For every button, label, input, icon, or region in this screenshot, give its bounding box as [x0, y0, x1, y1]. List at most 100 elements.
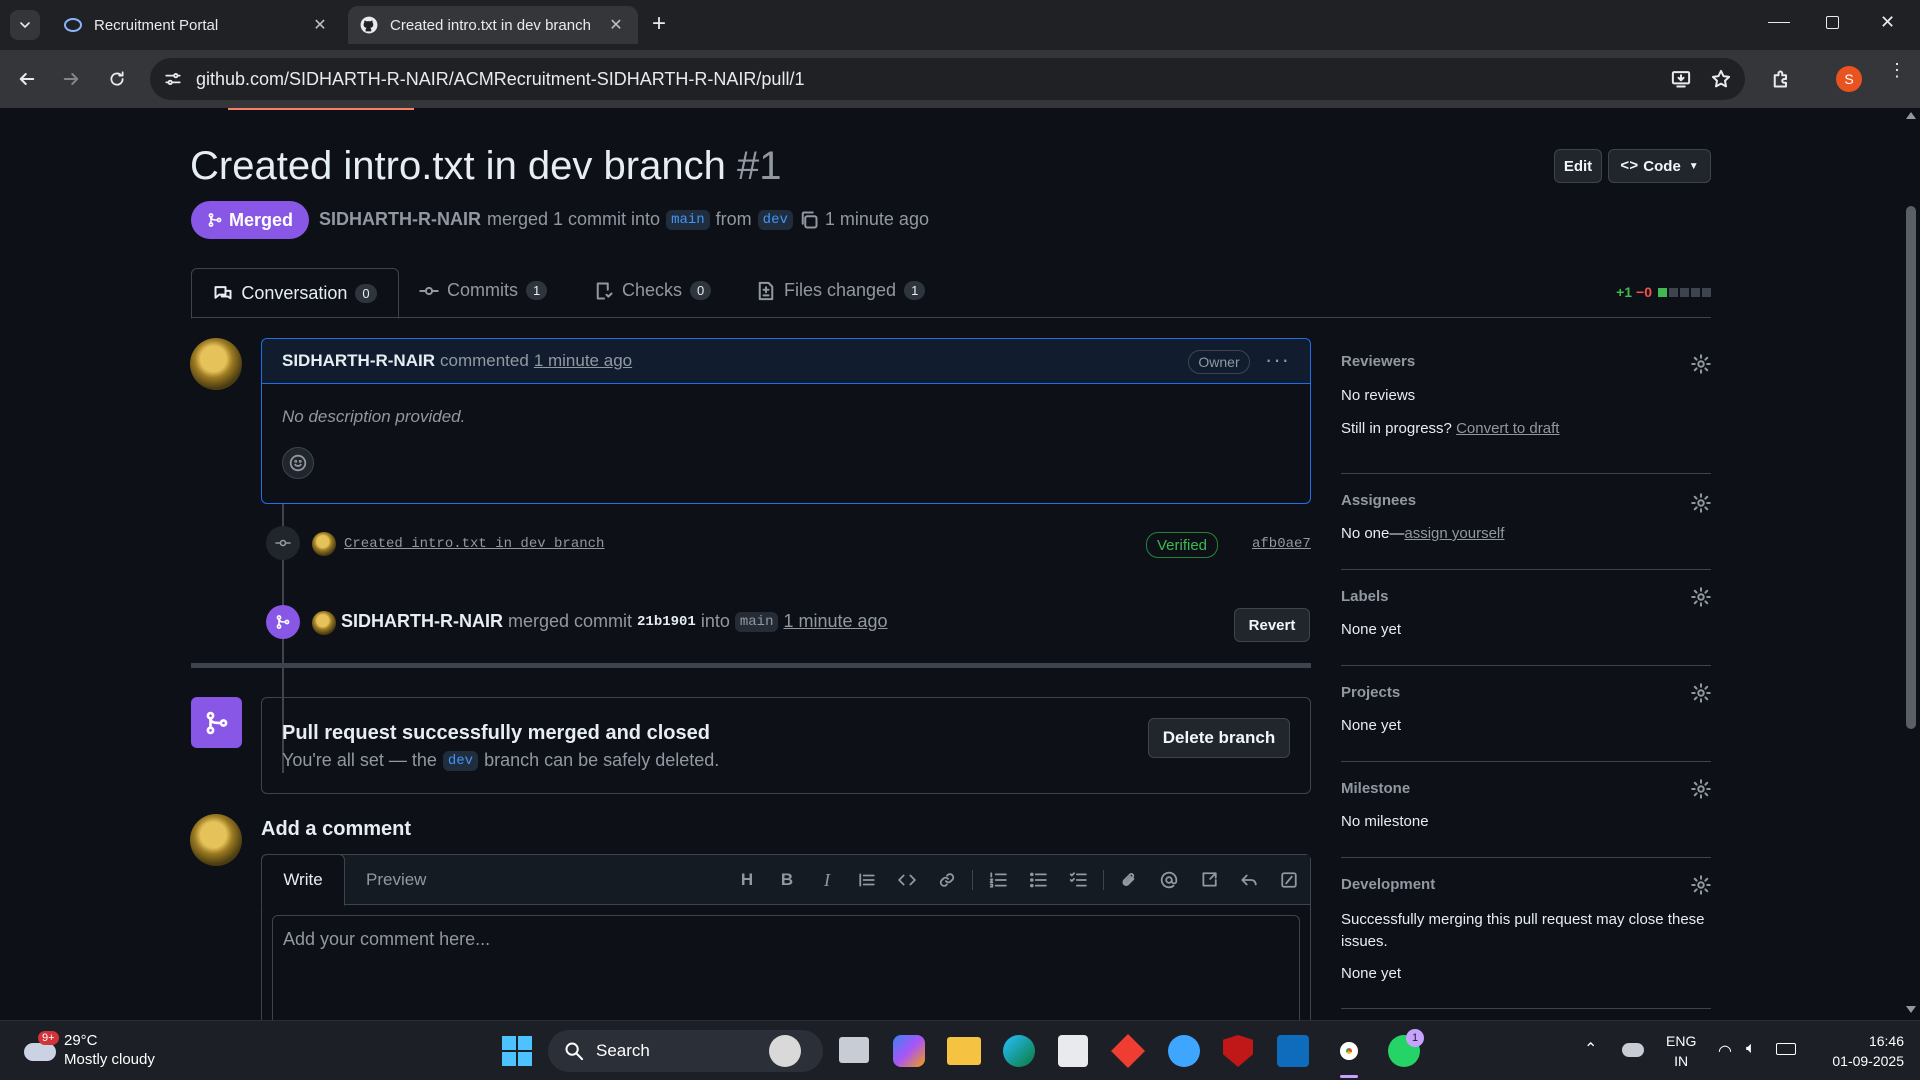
copy-icon[interactable]	[799, 210, 819, 230]
edge-icon[interactable]	[1003, 1035, 1035, 1067]
task-list-button[interactable]	[1063, 865, 1093, 895]
gear-icon[interactable]	[1691, 354, 1711, 374]
tab-preview[interactable]: Preview	[366, 870, 426, 890]
scroll-down-arrow[interactable]	[1906, 1006, 1916, 1013]
link-button[interactable]	[932, 865, 962, 895]
copilot-icon[interactable]	[893, 1035, 925, 1067]
avatar[interactable]	[190, 338, 242, 390]
revert-button[interactable]: Revert	[1234, 608, 1310, 642]
projects-label[interactable]: Projects	[1341, 684, 1400, 701]
forward-button[interactable]	[56, 64, 86, 94]
new-tab-button[interactable]: +	[652, 12, 666, 36]
delete-branch-button[interactable]: Delete branch	[1148, 718, 1290, 758]
tab-files-changed[interactable]: Files changed 1	[756, 280, 926, 301]
avatar[interactable]	[312, 532, 336, 556]
gear-icon[interactable]	[1691, 875, 1711, 895]
reload-button[interactable]	[102, 64, 132, 94]
paint-app-icon[interactable]	[1168, 1035, 1200, 1067]
close-icon[interactable]: ✕	[606, 15, 626, 35]
address-bar[interactable]: github.com/SIDHARTH-R-NAIR/ACMRecruitmen…	[150, 58, 1745, 100]
scroll-up-arrow[interactable]	[1906, 112, 1916, 119]
diffstat[interactable]: +1 −0	[1616, 284, 1711, 300]
commit-sha[interactable]: afb0ae7	[1252, 536, 1311, 552]
outlook-icon[interactable]	[1277, 1035, 1309, 1067]
anydesk-icon[interactable]	[1111, 1034, 1145, 1068]
development-label[interactable]: Development	[1341, 876, 1435, 893]
avatar[interactable]	[312, 611, 336, 635]
comment-textarea[interactable]: Add your comment here...	[272, 915, 1300, 1020]
avatar[interactable]	[190, 814, 242, 866]
mention-button[interactable]	[1154, 865, 1184, 895]
heading-button[interactable]: H	[732, 865, 762, 895]
taskbar-search[interactable]: Search	[548, 1030, 823, 1072]
install-app-icon[interactable]	[1671, 69, 1691, 89]
tab-conversation[interactable]: Conversation 0	[191, 268, 399, 319]
scroll-thumb[interactable]	[1906, 206, 1916, 729]
volume-icon[interactable]: 🔈︎	[1746, 1040, 1756, 1058]
browser-tab-active[interactable]: Created intro.txt in dev branch ✕	[348, 6, 638, 44]
tab-commits[interactable]: Commits 1	[419, 280, 548, 301]
browser-tab-recruitment[interactable]: Recruitment Portal ✕	[52, 6, 342, 44]
merge-time[interactable]: 1 minute ago	[783, 611, 887, 632]
site-info-icon[interactable]	[164, 70, 182, 88]
task-view-icon[interactable]	[839, 1037, 869, 1063]
edit-button[interactable]: Edit	[1554, 149, 1602, 183]
ordered-list-button[interactable]	[983, 865, 1013, 895]
gear-icon[interactable]	[1691, 493, 1711, 513]
assign-yourself-link[interactable]: assign yourself	[1404, 525, 1504, 542]
slash-commands-button[interactable]	[1274, 865, 1304, 895]
wifi-icon[interactable]: ◠	[1718, 1041, 1732, 1061]
head-branch[interactable]: dev	[757, 209, 793, 230]
mcafee-icon[interactable]	[1223, 1035, 1253, 1067]
start-button[interactable]	[502, 1036, 532, 1066]
tab-search-dropdown[interactable]	[10, 10, 40, 40]
tray-overflow-icon[interactable]: ⌃	[1584, 1039, 1597, 1059]
onedrive-icon[interactable]	[1622, 1043, 1644, 1057]
back-button[interactable]	[12, 64, 42, 94]
battery-icon[interactable]	[1776, 1043, 1796, 1055]
saved-replies-button[interactable]	[1234, 865, 1264, 895]
language-indicator[interactable]: ENG IN	[1666, 1031, 1696, 1071]
quote-button[interactable]	[852, 865, 882, 895]
verified-badge[interactable]: Verified	[1146, 532, 1218, 558]
comment-author[interactable]: SIDHARTH-R-NAIR	[282, 351, 435, 371]
convert-to-draft-link[interactable]: Convert to draft	[1456, 420, 1559, 437]
close-window-button[interactable]: ✕	[1880, 12, 1895, 33]
assignees-label[interactable]: Assignees	[1341, 492, 1416, 509]
merge-base-branch[interactable]: main	[734, 611, 779, 632]
store-icon[interactable]	[1058, 1035, 1088, 1067]
pr-author-link[interactable]: SIDHARTH-R-NAIR	[319, 209, 481, 230]
close-icon[interactable]: ✕	[310, 15, 330, 35]
gear-icon[interactable]	[1691, 587, 1711, 607]
unordered-list-button[interactable]	[1023, 865, 1053, 895]
italic-button[interactable]: I	[812, 865, 842, 895]
minimize-button[interactable]	[1768, 22, 1790, 24]
code-format-button[interactable]	[892, 865, 922, 895]
gear-icon[interactable]	[1691, 779, 1711, 799]
bold-button[interactable]: B	[772, 865, 802, 895]
extensions-button[interactable]	[1766, 64, 1796, 94]
chrome-icon[interactable]	[1332, 1034, 1366, 1068]
commit-message[interactable]: Created intro.txt in dev branch	[344, 536, 604, 552]
reviewers-label[interactable]: Reviewers	[1341, 353, 1415, 370]
file-explorer-icon[interactable]	[947, 1037, 981, 1065]
deletable-branch[interactable]: dev	[442, 750, 479, 771]
merge-author[interactable]: SIDHARTH-R-NAIR	[341, 611, 503, 632]
restore-button[interactable]	[1826, 16, 1839, 29]
clock[interactable]: 16:46 01-09-2025	[1814, 1031, 1904, 1071]
cross-reference-button[interactable]	[1194, 865, 1224, 895]
bookmark-star-icon[interactable]	[1711, 69, 1731, 89]
labels-label[interactable]: Labels	[1341, 588, 1389, 605]
gear-icon[interactable]	[1691, 683, 1711, 703]
merge-sha[interactable]: 21b1901	[637, 614, 696, 630]
tab-checks[interactable]: Checks 0	[594, 280, 712, 301]
weather-widget[interactable]: 9+ 29°C Mostly cloudy	[20, 1029, 180, 1073]
milestone-label[interactable]: Milestone	[1341, 780, 1410, 797]
code-button[interactable]: <> Code ▼	[1608, 149, 1711, 183]
comment-time[interactable]: 1 minute ago	[534, 351, 632, 371]
base-branch[interactable]: main	[666, 209, 710, 230]
profile-avatar[interactable]: S	[1836, 66, 1862, 92]
attach-button[interactable]	[1114, 865, 1144, 895]
browser-menu-button[interactable]: ⋮	[1888, 61, 1906, 79]
page-scrollbar[interactable]	[1902, 108, 1920, 1020]
